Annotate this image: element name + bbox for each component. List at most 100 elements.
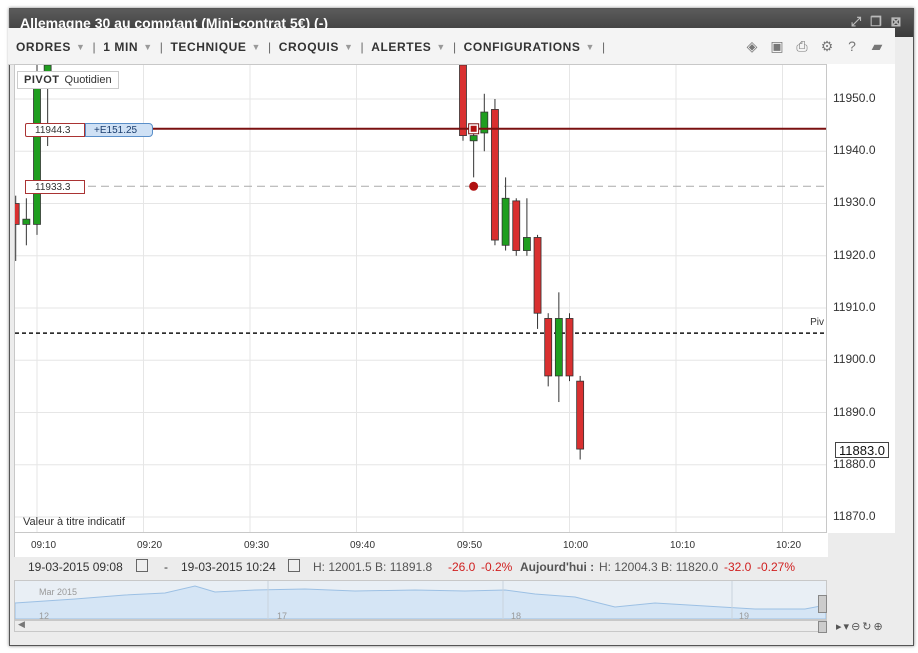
order-marker <box>469 181 479 191</box>
info-bar: 19-03-2015 09:08 - 19-03-2015 10:24 H: 1… <box>14 557 895 579</box>
price-tick: 11900.0 <box>833 352 876 366</box>
chevron-down-icon: ▼ <box>75 42 86 52</box>
navigator-month: Mar 2015 <box>39 587 78 597</box>
candle-body <box>533 237 542 314</box>
close-icon[interactable]: ⊠ <box>889 15 903 29</box>
order-price-tag[interactable]: 11933.3 <box>25 180 85 194</box>
indicative-note: Valeur à titre indicatif <box>23 516 125 528</box>
gear-icon[interactable]: ⚙ <box>819 38 835 54</box>
layers-icon[interactable]: ◈ <box>744 38 760 54</box>
position-pnl-tag[interactable]: +E151.25 <box>85 123 153 137</box>
time-tick: 10:10 <box>670 540 696 551</box>
navigator-chart <box>15 581 826 619</box>
popout-icon[interactable]: ❐ <box>869 15 883 29</box>
candle-body <box>554 318 563 377</box>
time-tick: 09:30 <box>244 540 270 551</box>
menu-separator: | <box>268 40 272 54</box>
position-marker-fill <box>470 125 477 132</box>
today-high-low: H: 12004.3 B: 11820.0 <box>599 560 719 574</box>
menu-alertes[interactable]: ALERTES ▼ <box>371 40 446 54</box>
candle-body <box>480 111 489 134</box>
candle-body <box>522 237 531 251</box>
price-tick: 11910.0 <box>833 300 876 314</box>
menu-alertes-label: ALERTES <box>371 40 432 54</box>
menu-separator: | <box>602 40 606 54</box>
menu-croquis[interactable]: CROQUIS ▼ <box>279 40 354 54</box>
print-icon[interactable]: ⎙ <box>794 38 810 54</box>
refresh-icon[interactable]: ↻ <box>862 620 871 633</box>
candle-body <box>501 197 510 246</box>
price-tick: 11890.0 <box>833 405 876 419</box>
toolbar-actions: ◈ ▣ ⎙ ⚙ ? ▰ <box>744 38 885 54</box>
comment-icon[interactable]: ▰ <box>869 38 885 54</box>
chevron-down-icon: ▼ <box>343 42 354 52</box>
time-tick: 09:10 <box>31 540 57 551</box>
chevron-down-icon: ▼ <box>436 42 446 52</box>
scroll-right-icon[interactable]: ▸ <box>836 620 842 633</box>
chevron-down-icon: ▼ <box>251 42 262 52</box>
today-change-pct: -0.27% <box>757 560 796 574</box>
price-tick: 11920.0 <box>833 248 876 262</box>
pivot-period: Quotidien <box>64 74 112 86</box>
calendar-icon[interactable] <box>136 559 148 572</box>
today-label: Aujourd'hui : <box>520 560 595 574</box>
price-tick: 11880.0 <box>833 457 876 471</box>
time-axis: 09:10 09:20 09:30 09:40 09:50 10:00 10:1… <box>14 533 828 557</box>
candle-body <box>22 218 31 225</box>
menu-separator: | <box>159 40 164 54</box>
toolbar-menu: ORDRES ▼ | 1 MIN ▼ | TECHNIQUE ▼ | CROQUIS ▼… <box>16 40 613 54</box>
chevron-down-icon: ▼ <box>143 42 153 52</box>
candle-body <box>512 200 521 251</box>
pivot-line-label: Piv <box>810 317 824 328</box>
candle-body <box>576 380 585 450</box>
time-tick: 09:40 <box>350 540 376 551</box>
candle-body <box>469 135 478 142</box>
expand-icon[interactable]: ⤢ <box>849 15 863 29</box>
menu-separator: | <box>360 40 365 54</box>
range-high-low: H: 12001.5 B: 11891.8 <box>313 560 433 574</box>
menu-timeframe-label: 1 MIN <box>103 40 139 54</box>
menu-separator: | <box>452 40 457 54</box>
range-start-date: 19-03-2015 09:08 <box>28 560 123 574</box>
menu-configurations-label: CONFIGURATIONS <box>463 40 581 54</box>
candle-body <box>459 65 467 136</box>
zoom-in-icon[interactable]: ⊕ <box>874 620 883 633</box>
navigator[interactable]: Mar 2015 12 17 18 19 <box>14 580 827 621</box>
price-tick: 11870.0 <box>833 509 876 523</box>
zoom-controls: ▸ ▾ ⊖ ↻ ⊕ <box>836 620 883 633</box>
navigator-handle[interactable] <box>818 595 827 613</box>
today-change: -32.0 <box>724 560 752 574</box>
time-tick: 10:20 <box>776 540 802 551</box>
price-axis: 11950.0 11940.0 11930.0 11920.0 11910.0 … <box>827 64 895 533</box>
pivot-legend[interactable]: PIVOT Quotidien <box>17 71 119 89</box>
chart-area[interactable]: PIVOT Quotidien 11944.3 +E151.25 11933.3 … <box>14 64 827 533</box>
menu-timeframe[interactable]: 1 MIN ▼ <box>103 40 153 54</box>
scroll-down-icon[interactable]: ▾ <box>844 620 850 633</box>
horizontal-scrollbar[interactable]: ◀ <box>14 619 827 633</box>
position-price-tag[interactable]: 11944.3 <box>25 123 85 137</box>
image-icon[interactable]: ▣ <box>769 38 785 54</box>
menu-technique[interactable]: TECHNIQUE ▼ <box>170 40 261 54</box>
menu-ordres[interactable]: ORDRES ▼ <box>16 40 85 54</box>
menu-separator: | <box>92 40 97 54</box>
current-price-label: 11883.0 <box>835 442 889 458</box>
time-tick: 09:20 <box>137 540 163 551</box>
scroll-left-icon[interactable]: ◀ <box>18 619 25 630</box>
menu-ordres-label: ORDRES <box>16 40 71 54</box>
price-tick: 11950.0 <box>833 91 876 105</box>
menu-configurations[interactable]: CONFIGURATIONS ▼ <box>464 40 595 54</box>
candle-body <box>544 318 553 377</box>
help-icon[interactable]: ? <box>844 38 860 54</box>
time-tick: 10:00 <box>563 540 589 551</box>
calendar-icon[interactable] <box>288 559 300 572</box>
range-change-pct: -0.2% <box>481 560 513 574</box>
price-tick: 11940.0 <box>833 143 876 157</box>
price-tick: 11930.0 <box>833 195 876 209</box>
candle-body <box>565 318 574 377</box>
range-change: -26.0 <box>448 560 476 574</box>
scrollbar-thumb[interactable] <box>818 621 827 633</box>
window-controls: ⤢ ❐ ⊠ <box>849 15 903 29</box>
zoom-out-icon[interactable]: ⊖ <box>851 620 860 633</box>
candle-body <box>15 203 20 225</box>
date-separator: - <box>164 560 168 574</box>
